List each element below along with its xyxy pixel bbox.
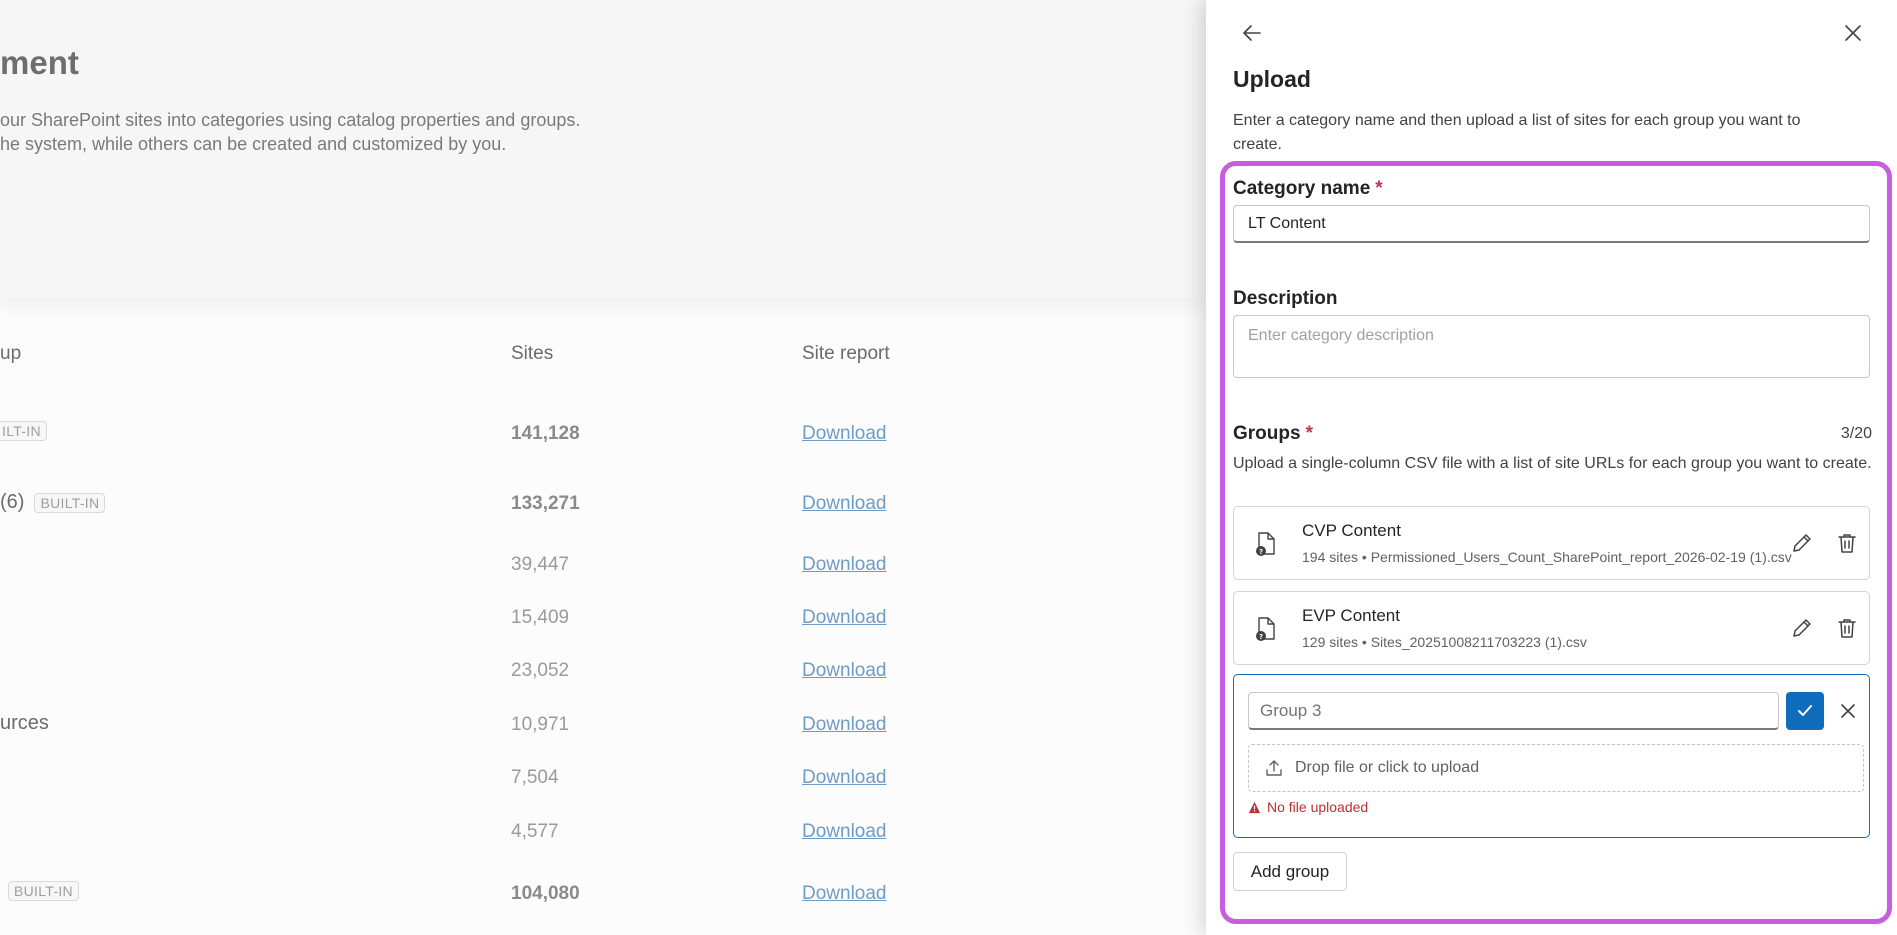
file-dropzone[interactable]: Drop file or click to upload <box>1248 744 1864 792</box>
table-row: 7,504 Download <box>0 757 1206 797</box>
download-link[interactable]: Download <box>802 821 887 843</box>
edit-group-button[interactable] <box>1786 527 1818 559</box>
download-link[interactable]: Download <box>802 660 887 682</box>
table-row: (6) BUILT-IN 133,271 Download <box>0 483 1206 523</box>
sites-count: 104,080 <box>511 883 580 904</box>
required-mark: * <box>1375 178 1383 199</box>
group-name: CVP Content <box>1302 521 1401 540</box>
panel-title: Upload <box>1233 66 1311 92</box>
close-icon <box>1841 704 1855 718</box>
pencil-icon <box>1793 619 1811 637</box>
column-header-site-report: Site report <box>802 343 890 364</box>
new-group-editor: Drop file or click to upload No file upl… <box>1233 674 1870 838</box>
delete-group-button[interactable] <box>1831 527 1863 559</box>
column-header-group: up <box>0 343 22 364</box>
sites-count: 133,271 <box>511 493 580 514</box>
page-header: ment our SharePoint sites into categorie… <box>0 0 1206 298</box>
svg-text:?: ? <box>1259 548 1263 556</box>
edit-group-button[interactable] <box>1786 612 1818 644</box>
cancel-group-button[interactable] <box>1832 695 1864 727</box>
background-page: ment our SharePoint sites into categorie… <box>0 0 1206 935</box>
arrow-left-icon <box>1243 25 1261 41</box>
group-name: EVP Content <box>1302 606 1400 625</box>
sites-count: 10,971 <box>511 714 570 735</box>
download-link[interactable]: Download <box>802 493 887 515</box>
trash-icon <box>1838 619 1856 638</box>
download-link[interactable]: Download <box>802 423 887 445</box>
download-link[interactable]: Download <box>802 607 887 629</box>
group-card: ? CVP Content 194 sites • Permissioned_U… <box>1233 506 1870 580</box>
sites-count: 23,052 <box>511 660 570 681</box>
table-row: 4,577 Download <box>0 811 1206 851</box>
error-text: No file uploaded <box>1267 799 1369 815</box>
built-in-badge: ILT-IN <box>0 421 47 441</box>
group-meta: 129 sites • Sites_20251008211703223 (1).… <box>1302 634 1587 650</box>
upload-error: No file uploaded <box>1248 799 1368 815</box>
required-mark: * <box>1305 423 1313 444</box>
table-row: ILT-IN 141,128 Download <box>0 413 1206 453</box>
panel-description: Enter a category name and then upload a … <box>1233 112 1801 153</box>
close-button[interactable] <box>1836 16 1870 50</box>
download-link[interactable]: Download <box>802 714 887 736</box>
sites-count: 7,504 <box>511 767 559 788</box>
group-meta: 194 sites • Permissioned_Users_Count_Sha… <box>1302 549 1792 565</box>
table-row: 39,447 Download <box>0 544 1206 584</box>
page-description-line-1: our SharePoint sites into categories usi… <box>0 110 581 130</box>
category-name-input[interactable] <box>1233 205 1870 243</box>
upload-panel: Upload Enter a category name and then up… <box>1206 0 1897 935</box>
groups-counter: 3/20 <box>1840 425 1872 442</box>
description-label: Description <box>1233 288 1338 309</box>
checkmark-icon <box>1798 705 1812 716</box>
confirm-group-button[interactable] <box>1786 692 1824 730</box>
sites-count: 4,577 <box>511 821 559 842</box>
built-in-badge: BUILT-IN <box>8 881 79 901</box>
group-name: urces <box>0 712 49 734</box>
pencil-icon <box>1793 534 1811 552</box>
download-link[interactable]: Download <box>802 883 887 905</box>
download-link[interactable]: Download <box>802 767 887 789</box>
upload-icon <box>1266 760 1282 776</box>
group-name-input[interactable] <box>1248 692 1779 730</box>
category-name-label: Category name * <box>1233 178 1383 200</box>
groups-help-text: Upload a single-column CSV file with a l… <box>1233 455 1872 472</box>
delete-group-button[interactable] <box>1831 612 1863 644</box>
sites-count: 39,447 <box>511 554 570 575</box>
groups-label-text: Groups <box>1233 423 1301 444</box>
sites-count: 15,409 <box>511 607 570 628</box>
table-row: 15,409 Download <box>0 597 1206 637</box>
table-row: 23,052 Download <box>0 650 1206 690</box>
category-name-label-text: Category name <box>1233 178 1371 199</box>
table-row: urces 10,971 Download <box>0 704 1206 744</box>
page-description-line-2: he system, while others can be created a… <box>0 134 507 154</box>
dropzone-label: Drop file or click to upload <box>1295 759 1480 776</box>
table-row: BUILT-IN 104,080 Download <box>0 873 1206 913</box>
group-name: (6) <box>0 491 25 513</box>
back-button[interactable] <box>1235 16 1269 50</box>
column-header-sites: Sites <box>511 343 554 364</box>
page-title: ment <box>0 44 79 81</box>
download-link[interactable]: Download <box>802 554 887 576</box>
group-card: ? EVP Content 129 sites • Sites_20251008… <box>1233 591 1870 665</box>
description-input[interactable] <box>1233 315 1870 378</box>
csv-file-icon: ? <box>1256 532 1275 556</box>
svg-text:?: ? <box>1259 633 1263 641</box>
close-icon <box>1845 25 1861 41</box>
trash-icon <box>1838 534 1856 553</box>
warning-icon <box>1248 801 1261 813</box>
add-group-button[interactable]: Add group <box>1233 852 1347 891</box>
sites-count: 141,128 <box>511 423 580 444</box>
csv-file-icon: ? <box>1256 617 1275 641</box>
built-in-badge: BUILT-IN <box>34 492 106 513</box>
groups-label: Groups * <box>1233 423 1313 445</box>
